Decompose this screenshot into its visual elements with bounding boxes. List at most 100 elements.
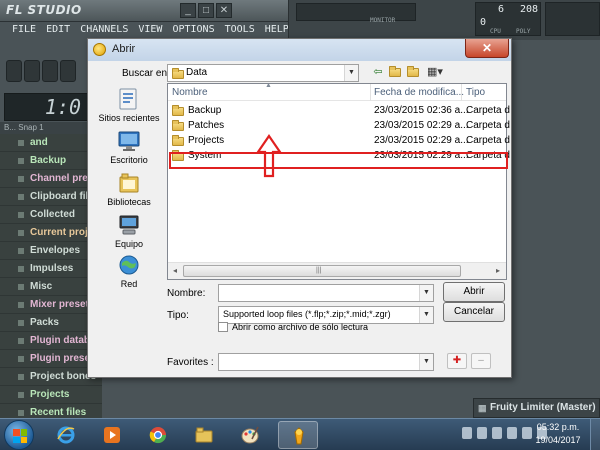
place-recent-label: Sitios recientes: [98, 113, 160, 123]
menu-options[interactable]: OPTIONS: [172, 22, 214, 38]
favorites-combo[interactable]: ▼: [218, 353, 434, 371]
filename-combo[interactable]: ▼: [218, 284, 434, 302]
internet-explorer-icon: [57, 426, 75, 444]
taskbar-chrome[interactable]: [138, 421, 178, 449]
horizontal-scrollbar[interactable]: ◂ ||| ▸: [168, 262, 506, 279]
browser-item[interactable]: Projects: [0, 386, 102, 404]
menu-view[interactable]: VIEW: [138, 22, 162, 38]
taskbar: 05:32 p.m. 19/04/2017: [0, 418, 600, 450]
menu-edit[interactable]: EDIT: [46, 22, 70, 38]
menu-file[interactable]: FILE: [12, 22, 36, 38]
open-button[interactable]: Abrir: [443, 282, 505, 302]
readonly-checkbox[interactable]: [218, 322, 228, 332]
view-menu-icon[interactable]: ▦▾: [424, 64, 446, 80]
add-favorite-icon[interactable]: ✚: [447, 353, 467, 369]
file-row-projects[interactable]: Projects 23/03/2015 02:29 a... Carpeta d: [168, 134, 510, 148]
remove-favorite-icon[interactable]: –: [471, 353, 491, 369]
fl-time-display: 1:0: [4, 93, 88, 121]
open-dialog: Abrir ✕ Buscar en: Data ▼ ⇦ ▦▾ Sitios re…: [87, 38, 512, 378]
annotation-up-arrow-icon: [256, 134, 282, 178]
column-name[interactable]: Nombre: [172, 87, 208, 98]
taskbar-fl-studio[interactable]: [278, 421, 318, 449]
file-name: Patches: [188, 120, 225, 131]
libraries-icon: [117, 171, 141, 195]
fl-logo: FL STUDIO: [6, 3, 82, 17]
column-date[interactable]: Fecha de modifica...: [374, 87, 464, 98]
chevron-down-icon[interactable]: ▼: [344, 65, 358, 81]
file-type: Carpeta d: [466, 105, 510, 116]
place-libraries[interactable]: Bibliotecas: [98, 171, 160, 207]
file-row-backup[interactable]: Backup 23/03/2015 02:36 a... Carpeta d: [168, 104, 510, 118]
fl-window-buttons: _ □ ✕: [180, 3, 232, 18]
paint-icon: [241, 426, 259, 444]
place-network[interactable]: Red: [98, 253, 160, 289]
tray-icon[interactable]: [492, 427, 502, 439]
menu-help[interactable]: HELP: [265, 22, 289, 38]
place-recent[interactable]: Sitios recientes: [98, 87, 160, 123]
fl-tool-button[interactable]: [24, 60, 40, 82]
fl-maximize-button[interactable]: □: [198, 3, 214, 18]
scroll-thumb[interactable]: |||: [183, 265, 461, 277]
filename-label: Nombre:: [167, 288, 206, 299]
fl-cpu-panel: 6 208 0 CPU POLY: [475, 2, 541, 36]
fl-tool-button[interactable]: [60, 60, 76, 82]
taskbar-paint[interactable]: [230, 421, 270, 449]
media-player-icon: [104, 427, 120, 443]
fl-browser-header[interactable]: B... Snap 1: [0, 122, 90, 134]
tray-icon[interactable]: [462, 427, 472, 439]
place-libraries-label: Bibliotecas: [107, 197, 151, 207]
cancel-button[interactable]: Cancelar: [443, 302, 505, 322]
look-in-label: Buscar en:: [122, 68, 170, 79]
folder-up-icon: [389, 66, 401, 77]
scroll-left-icon[interactable]: ◂: [169, 265, 181, 277]
chevron-down-icon[interactable]: ▼: [419, 354, 433, 370]
file-list: ▲ Nombre Fecha de modifica... Tipo Backu…: [167, 82, 510, 280]
filetype-label: Tipo:: [167, 310, 189, 321]
cpu-label: CPU: [490, 28, 501, 35]
show-desktop-button[interactable]: [590, 419, 600, 450]
column-separator[interactable]: [461, 84, 462, 101]
fl-limiter-window[interactable]: Fruity Limiter (Master): [473, 398, 600, 418]
menu-channels[interactable]: CHANNELS: [80, 22, 128, 38]
taskbar-media-player[interactable]: [92, 421, 132, 449]
folder-icon: [172, 135, 184, 146]
chevron-down-icon[interactable]: ▼: [419, 285, 433, 301]
chevron-down-icon[interactable]: ▼: [419, 307, 433, 323]
taskbar-ie[interactable]: [46, 421, 86, 449]
fl-monitor-panel: [296, 3, 416, 21]
dialog-close-button[interactable]: ✕: [465, 39, 509, 58]
column-type[interactable]: Tipo: [466, 87, 485, 98]
new-folder-icon[interactable]: [406, 64, 420, 80]
poly-label: POLY: [516, 28, 531, 35]
back-arrow-icon[interactable]: ⇦: [371, 64, 385, 80]
dialog-titlebar[interactable]: Abrir ✕: [88, 39, 511, 61]
network-signal-icon[interactable]: [522, 427, 532, 439]
taskbar-clock[interactable]: 05:32 p.m. 19/04/2017: [532, 421, 584, 447]
up-folder-icon[interactable]: [388, 64, 402, 80]
fl-minimize-button[interactable]: _: [180, 3, 196, 18]
folder-icon: [172, 120, 184, 131]
fl-tool-button[interactable]: [6, 60, 22, 82]
taskbar-explorer[interactable]: [184, 421, 224, 449]
place-computer[interactable]: Equipo: [98, 213, 160, 249]
place-desktop[interactable]: Escritorio: [98, 129, 160, 165]
battery-icon[interactable]: [507, 427, 517, 439]
menu-tools[interactable]: TOOLS: [225, 22, 255, 38]
column-separator[interactable]: [370, 84, 371, 101]
sort-ascending-icon: ▲: [265, 82, 272, 89]
readonly-label: Abrir como archivo de sólo lectura: [232, 322, 369, 332]
fl-close-button[interactable]: ✕: [216, 3, 232, 18]
start-button[interactable]: [4, 420, 34, 450]
filename-input[interactable]: [221, 286, 417, 300]
tray-icon[interactable]: [477, 427, 487, 439]
file-type: Carpeta d: [466, 120, 510, 131]
scroll-right-icon[interactable]: ▸: [492, 265, 504, 277]
look-in-combo[interactable]: Data ▼: [167, 64, 359, 82]
fl-monitor-label: MONITOR: [370, 17, 396, 24]
place-network-label: Red: [120, 279, 138, 289]
fl-waveform-panel: [545, 2, 600, 36]
file-date: 23/03/2015 02:29 a...: [374, 135, 469, 146]
file-type: Carpeta d: [466, 135, 510, 146]
fl-tool-button[interactable]: [42, 60, 58, 82]
file-row-patches[interactable]: Patches 23/03/2015 02:29 a... Carpeta d: [168, 119, 510, 133]
